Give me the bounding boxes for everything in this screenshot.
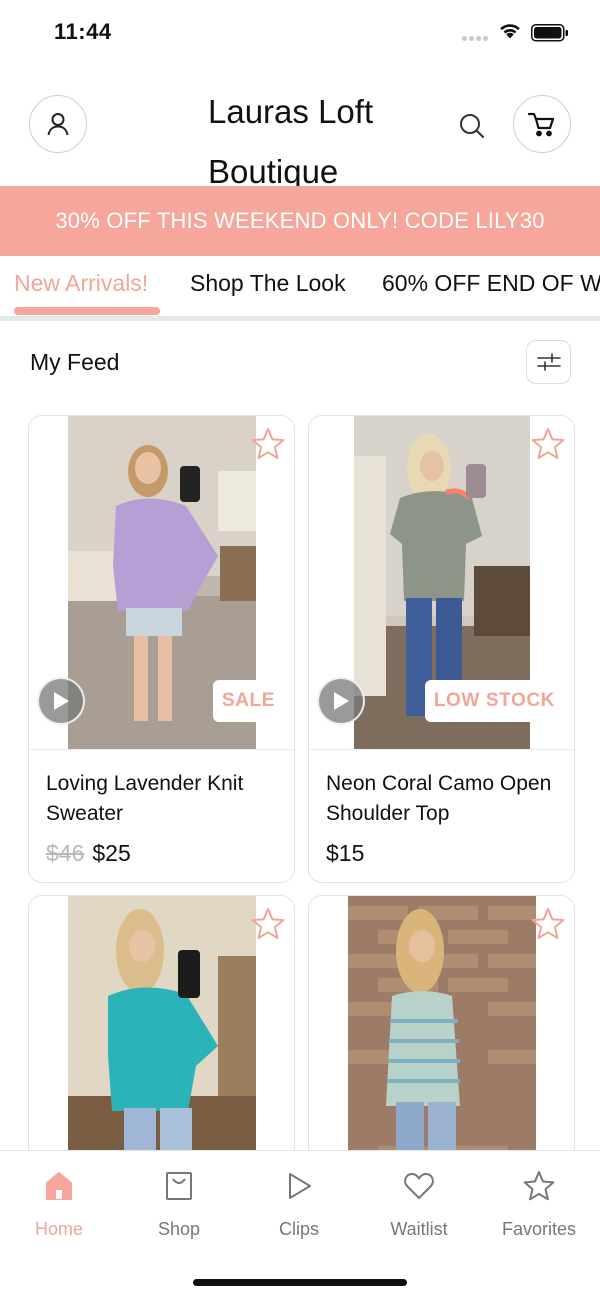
cart-button[interactable] (513, 95, 571, 153)
favorite-star-icon[interactable] (530, 426, 566, 462)
favorite-star-icon[interactable] (250, 906, 286, 942)
home-icon (46, 1172, 72, 1200)
account-button[interactable] (29, 95, 87, 153)
cart-icon (527, 112, 555, 137)
favorite-star-icon[interactable] (530, 906, 566, 942)
nav-favorites-label: Favorites (501, 1219, 577, 1239)
sale-badge: SALE (212, 680, 284, 722)
status-bar: 11:44 (0, 0, 600, 66)
filter-button[interactable] (526, 340, 571, 384)
play-video-button[interactable] (37, 677, 85, 725)
product-name[interactable]: Loving Lavender Knit Sweater (46, 769, 276, 829)
original-price: $46 (46, 840, 85, 866)
nav-clips-label: Clips (278, 1219, 319, 1239)
star-icon (523, 1171, 555, 1201)
price-row: $46 $25 (46, 840, 131, 867)
battery-icon (531, 24, 568, 42)
play-icon (289, 1173, 311, 1199)
price: $15 (326, 840, 365, 866)
nav-waitlist-label: Waitlist (390, 1219, 448, 1239)
status-time: 11:44 (54, 19, 112, 44)
heart-icon (404, 1173, 434, 1199)
store-title: Lauras Loft Boutique (208, 82, 428, 202)
search-icon (460, 114, 484, 138)
active-tab-indicator (14, 307, 160, 315)
wifi-icon (500, 24, 520, 39)
play-video-button[interactable] (317, 677, 365, 725)
shopping-bag-icon (166, 1172, 192, 1200)
promo-text: 30% OFF THIS WEEKEND ONLY! CODE LILY30 (55, 208, 545, 233)
search-button[interactable] (456, 110, 488, 142)
product-name[interactable]: Neon Coral Camo Open Shoulder Top (326, 769, 556, 829)
sliders-icon (536, 353, 561, 371)
sale-price: $25 (92, 840, 131, 866)
product-card[interactable]: SALE Loving Lavender Knit Sweater $46 $25 (28, 415, 295, 883)
nav-waitlist[interactable]: Waitlist (364, 1169, 474, 1240)
tab-end-of-winter[interactable]: 60% OFF END OF WINTER (382, 268, 600, 298)
store-title-line1: Lauras Loft (208, 93, 374, 130)
user-icon (47, 113, 69, 136)
app-header: Lauras Loft Boutique (0, 66, 600, 190)
nav-favorites[interactable]: Favorites (484, 1169, 594, 1240)
nav-home-label: Home (34, 1219, 83, 1239)
price-row: $15 (326, 840, 364, 867)
home-indicator (193, 1279, 407, 1286)
product-card[interactable]: LOW STOCK Neon Coral Camo Open Shoulder … (308, 415, 575, 883)
tabs-divider (0, 316, 600, 321)
promo-banner[interactable]: 30% OFF THIS WEEKEND ONLY! CODE LILY30 (0, 186, 600, 256)
card-divider (29, 749, 294, 750)
nav-shop-label: Shop (157, 1219, 201, 1239)
nav-home[interactable]: Home (4, 1169, 114, 1240)
nav-clips[interactable]: Clips (244, 1169, 354, 1240)
feed-title: My Feed (30, 349, 120, 375)
category-tabs: New Arrivals! Shop The Look 60% OFF END … (0, 256, 600, 320)
nav-shop[interactable]: Shop (124, 1169, 234, 1240)
low-stock-badge: LOW STOCK (424, 680, 564, 722)
play-icon (334, 692, 349, 710)
cellular-signal-icon (462, 36, 490, 42)
tab-new-arrivals[interactable]: New Arrivals! (14, 268, 148, 298)
card-divider (309, 749, 574, 750)
tab-shop-the-look[interactable]: Shop The Look (190, 268, 346, 298)
bottom-nav: Home Shop Clips Waitlist Favorites (0, 1150, 600, 1299)
play-icon (54, 692, 69, 710)
favorite-star-icon[interactable] (250, 426, 286, 462)
